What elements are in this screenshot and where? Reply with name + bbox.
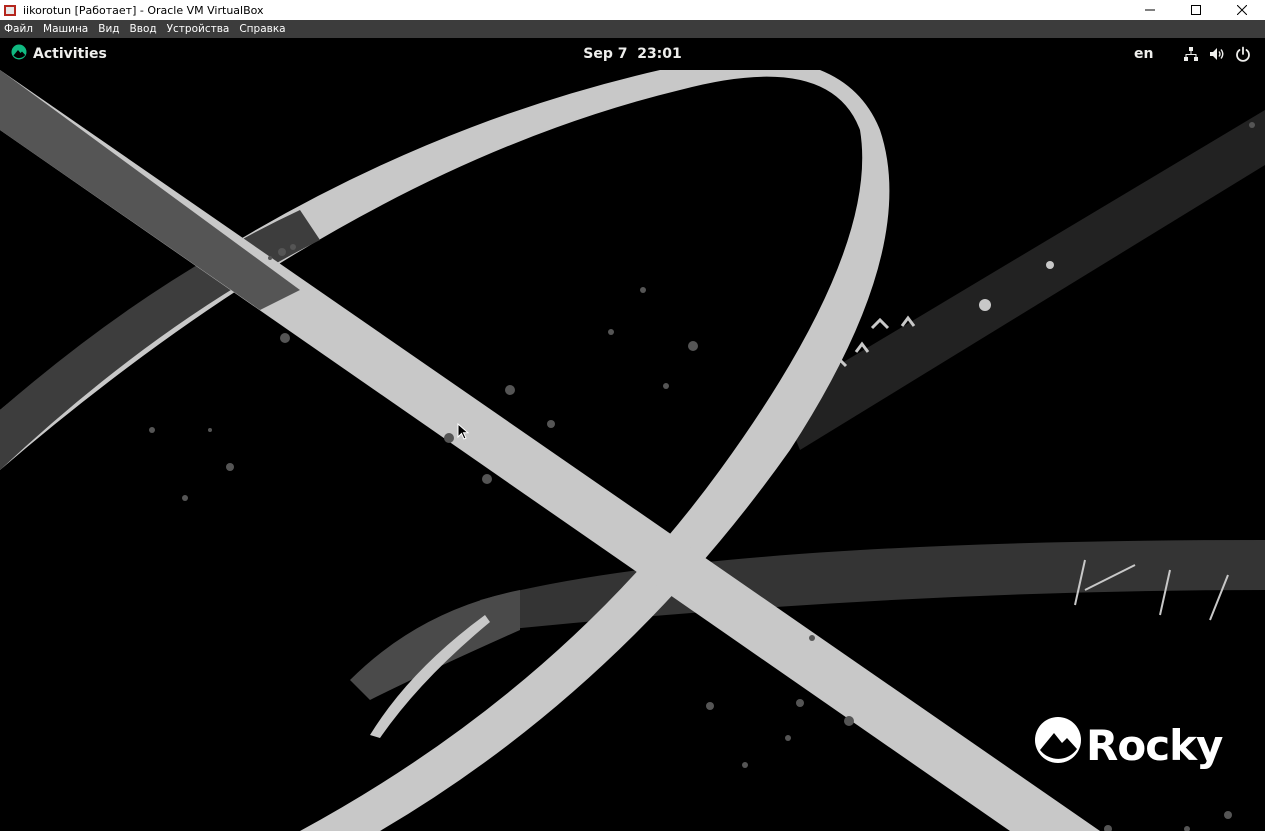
system-menu[interactable]	[1183, 38, 1251, 70]
power-icon	[1235, 46, 1251, 62]
keyboard-language[interactable]: en	[1134, 38, 1153, 70]
gnome-topbar: Activities Sep 7 23:01 en	[0, 38, 1265, 70]
mouse-pointer-icon	[457, 422, 470, 445]
rocky-logo-icon	[1034, 716, 1082, 774]
network-icon	[1183, 46, 1199, 62]
clock[interactable]: Sep 7 23:01	[583, 46, 682, 62]
window-title: iikorotun [Работает] - Oracle VM Virtual…	[23, 3, 264, 17]
vbox-menubar: Файл Машина Вид Ввод Устройства Справка	[0, 20, 1265, 38]
activities-button[interactable]: Activities	[11, 38, 107, 70]
menu-file[interactable]: Файл	[0, 23, 39, 35]
volume-icon	[1209, 46, 1225, 62]
rocky-activities-icon	[11, 44, 27, 64]
menu-input[interactable]: Ввод	[126, 23, 163, 35]
close-icon[interactable]	[1219, 0, 1265, 20]
virtualbox-icon	[3, 4, 17, 17]
rocky-logo: Rocky	[1034, 716, 1223, 774]
menu-devices[interactable]: Устройства	[163, 23, 236, 35]
guest-display[interactable]: Activities Sep 7 23:01 en Rocky	[0, 38, 1265, 831]
menu-view[interactable]: Вид	[94, 23, 125, 35]
minimize-icon[interactable]	[1127, 0, 1173, 20]
activities-label: Activities	[33, 46, 107, 62]
rocky-logo-text: Rocky	[1086, 720, 1223, 770]
window-controls	[1127, 0, 1265, 20]
menu-machine[interactable]: Машина	[39, 23, 94, 35]
menu-help[interactable]: Справка	[235, 23, 291, 35]
clock-container: Sep 7 23:01	[0, 38, 1265, 70]
maximize-icon[interactable]	[1173, 0, 1219, 20]
host-titlebar: iikorotun [Работает] - Oracle VM Virtual…	[0, 0, 1265, 20]
